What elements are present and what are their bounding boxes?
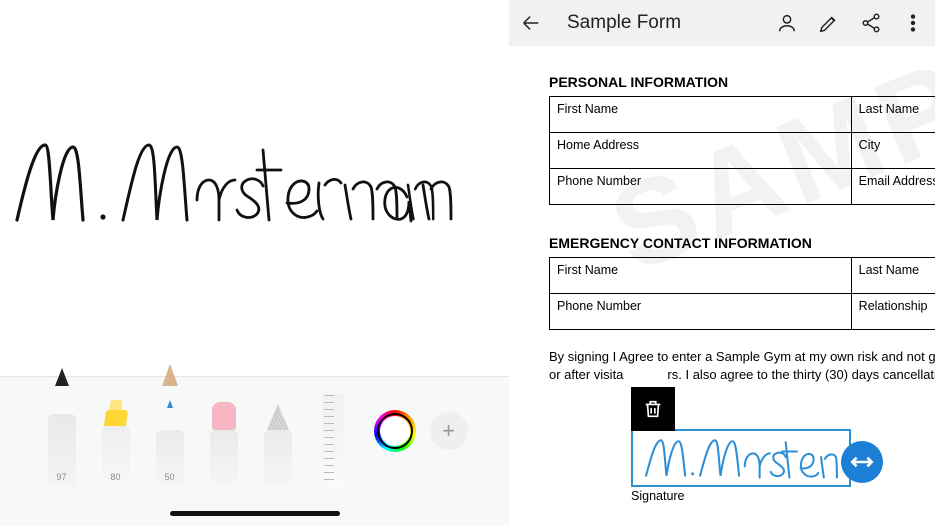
home-indicator[interactable] <box>170 511 340 516</box>
person-icon[interactable] <box>775 11 799 35</box>
page-title: Sample Form <box>567 12 681 34</box>
delete-signature-button[interactable] <box>631 387 675 431</box>
color-picker[interactable] <box>374 410 416 452</box>
signature-box[interactable] <box>631 429 851 487</box>
move-handle[interactable] <box>841 441 883 483</box>
signature-label: Signature <box>631 489 685 503</box>
ruler-tool[interactable] <box>312 386 354 486</box>
drawing-canvas[interactable] <box>0 0 509 376</box>
field-first-name[interactable]: First Name <box>550 97 852 133</box>
agreement-text: By signing I Agree to enter a Sample Gym… <box>549 348 935 383</box>
form-header: Sample Form <box>509 0 935 46</box>
back-button[interactable] <box>519 11 543 35</box>
field-home-address[interactable]: Home Address <box>550 133 852 169</box>
pen-nib-icon[interactable] <box>817 11 841 35</box>
handwriting-signature <box>5 125 475 245</box>
form-panel: Sample Form SAMPLE PERSONAL INFORMATION … <box>509 0 935 526</box>
highlighter-size-label: 80 <box>96 472 136 482</box>
section-heading-personal: PERSONAL INFORMATION <box>549 74 935 90</box>
share-icon[interactable] <box>859 11 883 35</box>
pen-size-label: 97 <box>42 472 82 482</box>
drawing-toolbar: 97 80 50 <box>0 376 509 526</box>
pencil-tool[interactable]: 50 <box>150 386 190 486</box>
eraser-tool[interactable] <box>204 386 244 486</box>
emergency-info-table: First Name Last Name Phone Number Relati… <box>549 257 935 330</box>
highlighter-tool[interactable]: 80 <box>96 386 136 486</box>
personal-info-table: First Name Last Name Home Address City P… <box>549 96 935 205</box>
field-last-name[interactable]: Last Name <box>851 97 935 133</box>
field-email[interactable]: Email Address <box>851 169 935 205</box>
smudge-tool[interactable] <box>258 386 298 486</box>
signature-area: Signature Da <box>549 389 935 499</box>
placed-signature <box>633 431 849 485</box>
drawing-panel: 97 80 50 <box>0 0 509 526</box>
form-document[interactable]: SAMPLE PERSONAL INFORMATION First Name L… <box>509 46 935 499</box>
trash-icon <box>642 398 664 420</box>
section-heading-emergency: EMERGENCY CONTACT INFORMATION <box>549 235 935 251</box>
arrows-horizontal-icon <box>849 449 875 475</box>
field-city[interactable]: City <box>851 133 935 169</box>
pen-tool[interactable]: 97 <box>42 386 82 486</box>
add-tool-button[interactable]: + <box>430 412 468 450</box>
more-icon[interactable] <box>901 11 925 35</box>
field-phone[interactable]: Phone Number <box>550 169 852 205</box>
field-ec-relationship[interactable]: Relationship <box>851 294 935 330</box>
pencil-size-label: 50 <box>150 472 190 482</box>
field-ec-phone[interactable]: Phone Number <box>550 294 852 330</box>
field-ec-first-name[interactable]: First Name <box>550 258 852 294</box>
field-ec-last-name[interactable]: Last Name <box>851 258 935 294</box>
